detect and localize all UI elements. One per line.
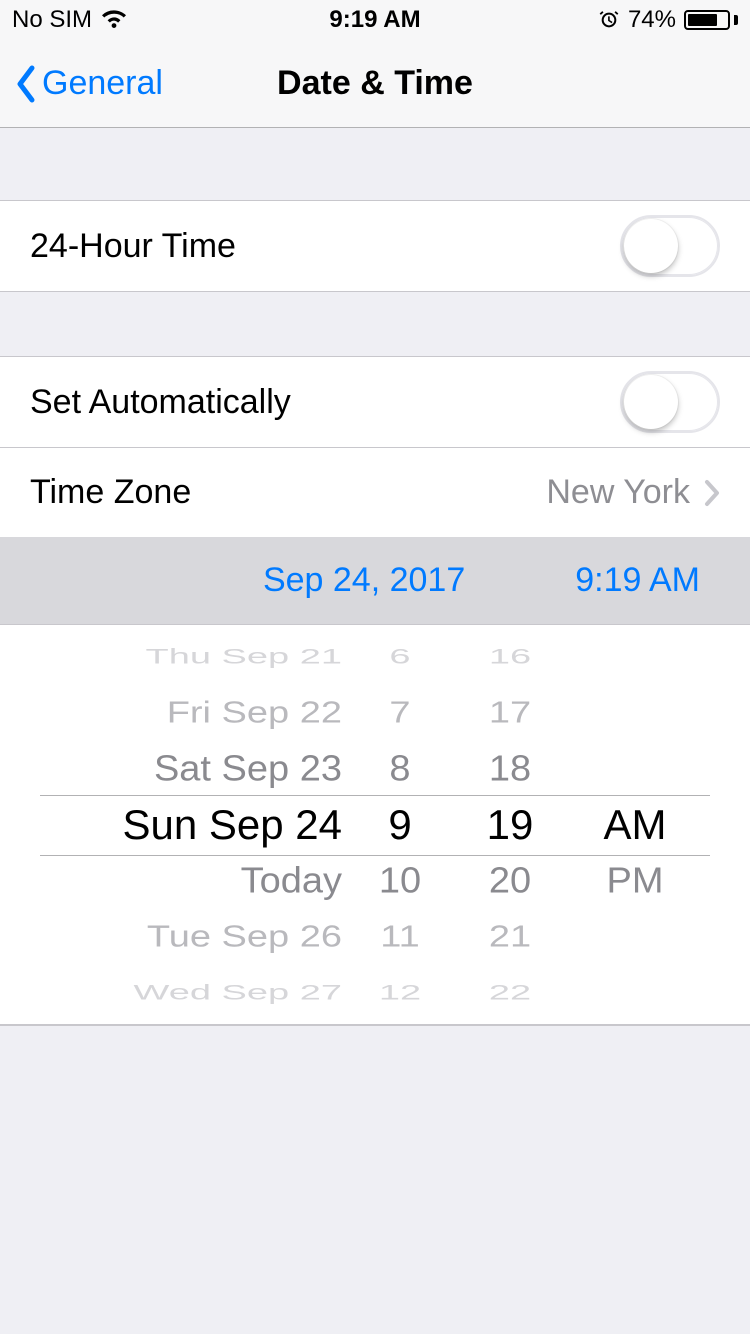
picker-option: 8 — [350, 742, 450, 795]
datetime-picker: Wed Sep 20 Thu Sep 21 Fri Sep 22 Sat Sep… — [0, 625, 750, 1025]
group-time-format: 24-Hour Time — [0, 200, 750, 292]
picker-option: 11 — [350, 914, 450, 959]
chevron-left-icon — [14, 64, 38, 104]
picker-option: PM — [570, 854, 700, 907]
toggle-24-hour-time[interactable] — [620, 215, 720, 277]
picker-column-ampm[interactable]: AM PM — [570, 625, 700, 1024]
picker-option: 12 — [350, 977, 450, 1008]
back-label: General — [42, 64, 163, 103]
current-time-label: 9:19 AM — [575, 561, 700, 600]
nav-bar: General Date & Time — [0, 40, 750, 128]
cell-label: Set Automatically — [30, 383, 291, 422]
battery-percent: 74% — [628, 6, 676, 34]
cell-set-automatically: Set Automatically — [0, 357, 750, 447]
cell-label: 24-Hour Time — [30, 227, 236, 266]
picker-option: Sat Sep 23 — [50, 742, 350, 795]
group-date-time: Set Automatically Time Zone New York Sep… — [0, 356, 750, 1026]
picker-option: Tue Sep 26 — [50, 914, 350, 959]
carrier-label: No SIM — [12, 6, 92, 34]
alarm-icon — [598, 9, 620, 31]
cell-time-zone[interactable]: Time Zone New York — [0, 447, 750, 537]
picker-column-minute[interactable]: 15 16 17 18 19 20 21 22 23 — [450, 625, 570, 1024]
picker-column-day[interactable]: Wed Sep 20 Thu Sep 21 Fri Sep 22 Sat Sep… — [50, 625, 350, 1024]
chevron-right-icon — [704, 479, 720, 507]
battery-icon — [684, 10, 738, 30]
picker-column-hour[interactable]: 5 6 7 8 9 10 11 12 1 — [350, 625, 450, 1024]
status-bar: No SIM 9:19 AM 74% — [0, 0, 750, 40]
picker-option: 21 — [450, 914, 570, 959]
picker-option: 17 — [450, 690, 570, 735]
cell-current-datetime[interactable]: Sep 24, 2017 9:19 AM — [0, 537, 750, 625]
picker-option: 7 — [350, 690, 450, 735]
picker-option: 20 — [450, 854, 570, 907]
picker-option-selected: Sun Sep 24 — [50, 797, 350, 853]
picker-option: 6 — [350, 641, 450, 672]
toggle-set-automatically[interactable] — [620, 371, 720, 433]
picker-option: 18 — [450, 742, 570, 795]
picker-option: Wed Sep 27 — [50, 977, 350, 1008]
wifi-icon — [100, 9, 128, 31]
time-zone-value: New York — [546, 473, 690, 512]
picker-option: Fri Sep 22 — [50, 690, 350, 735]
picker-option-selected: 9 — [350, 797, 450, 853]
picker-option-selected: 19 — [450, 797, 570, 853]
cell-24-hour-time: 24-Hour Time — [0, 201, 750, 291]
picker-option: 10 — [350, 854, 450, 907]
back-button[interactable]: General — [0, 64, 163, 104]
picker-option: 22 — [450, 977, 570, 1008]
current-date-label: Sep 24, 2017 — [263, 561, 465, 600]
picker-option: 16 — [450, 641, 570, 672]
cell-label: Time Zone — [30, 473, 191, 512]
picker-option: Today — [50, 854, 350, 907]
picker-option: Thu Sep 21 — [50, 641, 350, 672]
picker-option-selected: AM — [570, 797, 700, 853]
